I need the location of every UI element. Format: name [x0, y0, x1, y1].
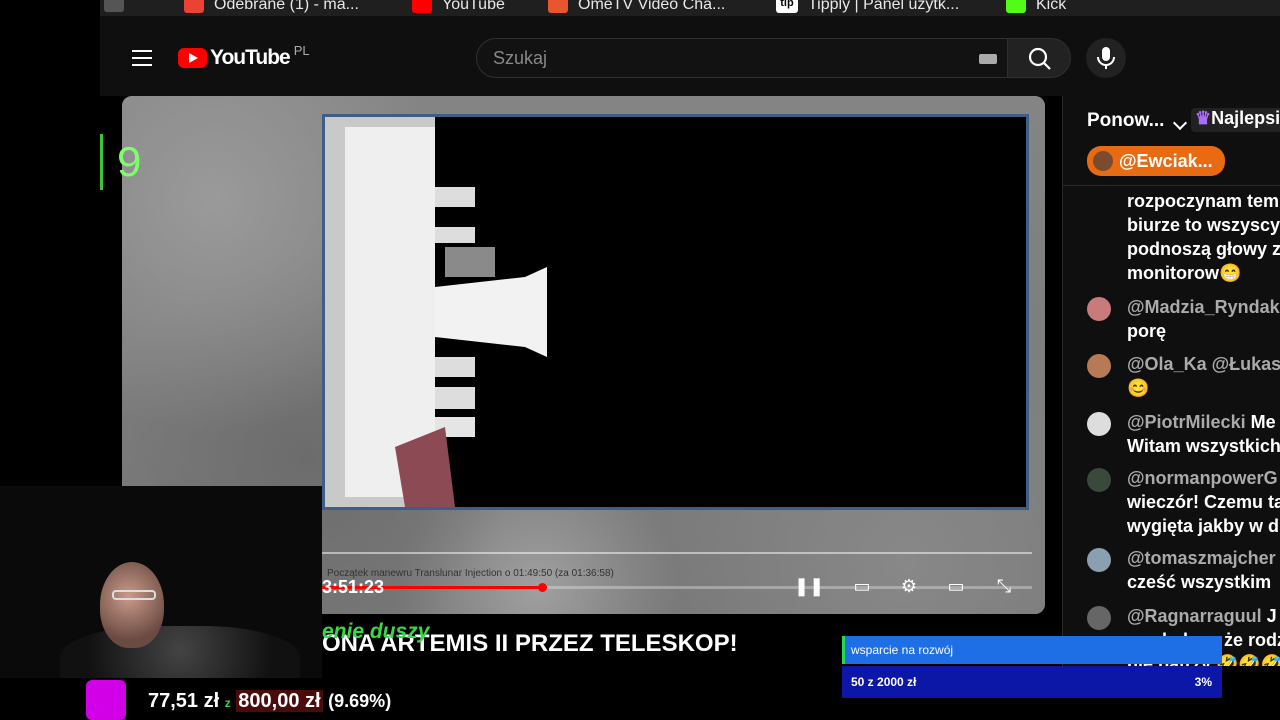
message-text: monitorow😁 [1127, 263, 1242, 283]
donation-current: 77,51 zł [148, 690, 220, 712]
folder-icon [104, 0, 124, 12]
search-box[interactable] [476, 38, 1008, 78]
avatar [1087, 468, 1111, 492]
search-icon [1028, 47, 1051, 70]
bookmark-gmail[interactable]: Odebrane (1) - ma... [184, 0, 359, 14]
bookmark-youtube[interactable]: YouTube [412, 0, 505, 14]
chat-header: Ponow... ♛Najlepsi @Ewciak... [1063, 96, 1280, 186]
spacecraft-feed [322, 114, 1029, 510]
avatar [1093, 151, 1113, 171]
orion-spacecraft-image [325, 117, 547, 507]
message-text: 😊 [1127, 378, 1150, 398]
progress-scrubber[interactable] [538, 583, 547, 592]
message-text: Witam wszystkich [1127, 436, 1280, 456]
donation-separator: z [224, 696, 231, 710]
message-text: Me [1250, 412, 1276, 432]
message-text: biurze to wszyscy [1127, 215, 1280, 235]
donation-goal: 800,00 zł [236, 690, 323, 712]
donation-progress: 77,51 zł z 800,00 zł (9.69%) [148, 690, 391, 713]
bookmark-label: Tipply | Panel użytk... [808, 0, 960, 13]
kick-icon [1006, 0, 1026, 13]
bookmark-label: Odebrane (1) - ma... [214, 0, 359, 13]
youtube-header: YouTube PL [100, 16, 1280, 96]
goal-progress-bar: 50 z 2000 zł 3% [842, 666, 1222, 698]
youtube-play-icon [178, 48, 207, 68]
ometv-icon [548, 0, 568, 13]
bookmark-label: YouTube [442, 0, 505, 13]
search-input[interactable] [493, 48, 953, 69]
youtube-icon [412, 0, 432, 13]
overlay-green-text: enie duszy [322, 620, 430, 643]
bookmark-label: OmeTV Video Cha... [578, 0, 726, 13]
search-button[interactable] [1007, 38, 1071, 78]
message-text: cześć wszystkim [1127, 572, 1272, 592]
chevron-down-icon[interactable] [1172, 115, 1188, 131]
gmail-icon [184, 0, 204, 13]
message-author[interactable]: @Madzia_Ryndak [1127, 295, 1280, 319]
avatar [1087, 548, 1111, 572]
message-mention: @Łukas [1211, 354, 1280, 374]
message-author[interactable]: @normanpowerG [1127, 466, 1280, 490]
tipply-icon: tip [776, 0, 798, 13]
counter-marker [100, 134, 103, 190]
streamer-head [100, 562, 164, 648]
message-text: porę [1127, 321, 1167, 341]
chat-mode-dropdown[interactable]: Ponow... [1087, 110, 1164, 132]
hamburger-menu-icon[interactable] [132, 50, 152, 66]
bookmark-ometv[interactable]: OmeTV Video Cha... [548, 0, 725, 14]
keyboard-icon[interactable] [979, 54, 997, 64]
time-display: 3:51:23 [322, 577, 385, 597]
streamer-body [60, 626, 300, 678]
bookmark-label: Kick [1036, 0, 1067, 13]
avatar [1087, 606, 1111, 630]
avatar [1087, 297, 1111, 321]
goal-amount: 50 z 2000 zł [851, 675, 917, 689]
voice-search-button[interactable] [1086, 38, 1126, 78]
webcam-feed [0, 486, 322, 678]
crown-icon: ♛ [1195, 108, 1212, 128]
live-chat: Ponow... ♛Najlepsi @Ewciak... rozpoczyna… [1062, 96, 1280, 666]
donation-logo-icon [86, 680, 126, 720]
youtube-logo[interactable]: YouTube PL [178, 42, 310, 70]
logo-text: YouTube [210, 46, 291, 69]
theater-mode-icon[interactable]: ▭ [942, 572, 970, 600]
goal-widget: wsparcie na rozwój 50 z 2000 zł 3% [842, 636, 1222, 698]
chapter-track [322, 552, 1032, 554]
message-text: wygięta jakby w d [1127, 516, 1280, 536]
message-author[interactable]: @Ragnarraguul [1127, 606, 1262, 626]
bookmark-kick[interactable]: Kick [1006, 0, 1066, 14]
bookmark-menu[interactable] [104, 0, 124, 12]
pinned-user-name: @Ewciak... [1119, 150, 1213, 171]
bookmark-tipply[interactable]: tip Tipply | Panel użytk... [776, 0, 959, 14]
bookmarks-bar: Odebrane (1) - ma... YouTube OmeTV Video… [100, 0, 1280, 16]
glasses [112, 590, 156, 600]
avatar [1087, 354, 1111, 378]
country-code: PL [293, 42, 310, 58]
subtitles-icon[interactable]: ▭ [848, 572, 876, 600]
pause-icon[interactable]: ❚❚ [794, 572, 824, 600]
stream-counter: 9 [116, 140, 143, 190]
message-author[interactable]: @Ola_Ka [1127, 354, 1207, 374]
fullscreen-icon[interactable]: ⤡ [990, 572, 1018, 600]
message-text: wieczór! Czemu ta [1127, 492, 1280, 512]
message-text: rozpoczynam tem [1127, 191, 1280, 211]
message-text: podnoszą głowy z [1127, 239, 1280, 259]
settings-gear-icon[interactable]: ⚙ [895, 572, 923, 600]
goal-label: wsparcie na rozwój [842, 636, 1222, 664]
pinned-user-chip[interactable]: @Ewciak... [1087, 146, 1225, 176]
message-author[interactable]: @tomaszmajcher [1127, 546, 1276, 570]
avatar [1087, 412, 1111, 436]
top-supporters-chip[interactable]: ♛Najlepsi [1191, 108, 1280, 132]
top-supporters-label: Najlepsi [1211, 108, 1280, 128]
goal-percent: 3% [1194, 675, 1212, 689]
message-text: J [1266, 606, 1277, 626]
donation-percent: (9.69%) [328, 691, 392, 711]
message-author[interactable]: @PiotrMilecki [1127, 412, 1246, 432]
microphone-icon [1097, 47, 1115, 69]
